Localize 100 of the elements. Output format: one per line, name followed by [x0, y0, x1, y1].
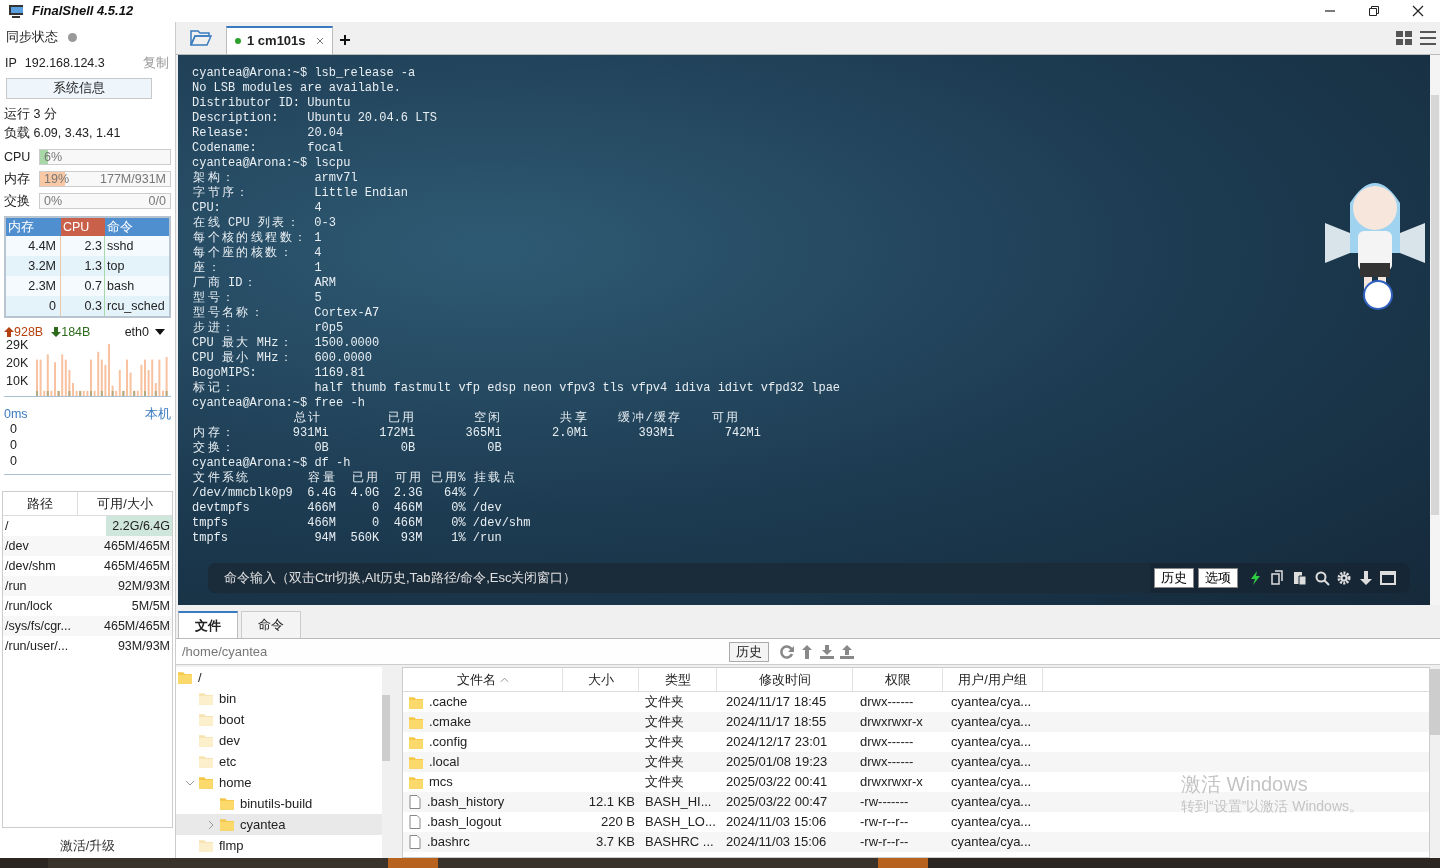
table-cell-text: -rw-------: [859, 793, 910, 812]
copy-icon: [1270, 570, 1286, 586]
table-cell-text: -rw-r--r--: [859, 813, 910, 832]
tree-item[interactable]: home: [176, 772, 382, 793]
table-cell-text: 2024/11/17 18:45: [725, 693, 828, 712]
meter-label: 内存: [4, 170, 31, 188]
folder-icon: [409, 755, 423, 769]
table-cell-text: BASHRC ...: [644, 833, 715, 852]
panel-tab[interactable]: 命令: [241, 611, 301, 638]
table-cell-text: cyantea/cya...: [950, 833, 1033, 852]
menu-icon: [1420, 31, 1436, 45]
column-label: 类型: [664, 670, 691, 689]
axis-label: 0: [10, 453, 18, 469]
folder-icon: [409, 775, 423, 789]
command-input[interactable]: 命令输入（双击Ctrl切换,Alt历史,Tab路径/命令,Esc关闭窗口）: [208, 563, 1150, 593]
terminal-line: cyantea@Arona:~$ lsb_release -a: [192, 66, 417, 81]
terminal-line: 座： 1: [192, 261, 323, 276]
table-cell-text: 文件夹: [644, 733, 685, 752]
tree-item[interactable]: /: [176, 667, 382, 688]
tree-item[interactable]: binutils-build: [176, 793, 382, 814]
tab-label: 1 cm101s: [247, 32, 306, 51]
terminal-line: 型号： 5: [192, 291, 323, 306]
window-icon: [1380, 570, 1396, 586]
tree-item[interactable]: cyantea: [176, 814, 382, 835]
path-bar[interactable]: /home/cyantea 历史: [176, 639, 1440, 665]
tree-item[interactable]: etc: [176, 751, 382, 772]
system-info-button[interactable]: 系统信息: [6, 78, 152, 99]
column-header[interactable]: 用户/用户组: [943, 668, 1043, 691]
table-cell-text: 2024/11/17 18:55: [725, 713, 828, 732]
table-cell-text: 2024/11/03 15:06: [725, 833, 828, 852]
column-header[interactable]: CPU: [61, 218, 105, 236]
panel-tab[interactable]: 文件: [178, 611, 238, 638]
close-icon: [1412, 5, 1424, 17]
file-icon: [409, 795, 421, 809]
down-arrow-icon: [1358, 570, 1374, 586]
terminal-line: 步进： r0p5: [192, 321, 345, 336]
tree-item[interactable]: flmp: [176, 835, 382, 856]
paste-icon: [1292, 570, 1308, 586]
scrollbar-thumb[interactable]: [1430, 669, 1440, 735]
column-label: 修改时间: [758, 670, 811, 689]
activate-upgrade-link[interactable]: 激活/升级: [59, 837, 116, 856]
folder-icon: [199, 755, 213, 768]
table-cell-text: drwx------: [859, 753, 915, 772]
column-header[interactable]: 权限: [853, 668, 943, 691]
watermark-title: 激活 Windows: [1181, 772, 1309, 796]
command-bar-button[interactable]: 历史: [1154, 568, 1194, 588]
terminal-line: 字节序： Little Endian: [192, 186, 409, 201]
terminal-line: 内存： 931Mi 172Mi 365Mi 2.0Mi 393Mi 742Mi: [192, 426, 762, 441]
tree-label: cyantea: [240, 815, 286, 834]
table-cell-text: drwx------: [859, 733, 915, 752]
history-button[interactable]: 历史: [729, 641, 769, 662]
terminal-line: Description: Ubuntu 20.04.6 LTS: [192, 111, 438, 126]
terminal-line: 厂商 ID： ARM: [192, 276, 337, 291]
download-arrow-icon: [51, 327, 62, 337]
column-header[interactable]: 类型: [639, 668, 717, 691]
column-header[interactable]: 路径: [3, 492, 78, 515]
tree-item[interactable]: dev: [176, 730, 382, 751]
table-cell: 2.2G/6.4G: [106, 516, 172, 536]
tree-label: bin: [219, 689, 237, 708]
table-cell-text: 文件夹: [644, 693, 685, 712]
column-header[interactable]: 修改时间: [717, 668, 853, 691]
interface-dropdown[interactable]: eth0: [124, 322, 149, 342]
axis-label: 0: [10, 437, 18, 453]
table-cell-text: 文件夹: [644, 773, 685, 792]
terminal-line: 交换： 0B 0B 0B: [192, 441, 503, 456]
meter-detail: 177M/931M: [100, 172, 166, 186]
table-cell-text: 2024/12/17 23:01: [725, 733, 829, 752]
ip-address: 192.168.124.3: [24, 54, 105, 72]
terminal-line: No LSB modules are available.: [192, 81, 402, 96]
terminal-line: CPU 最小 MHz： 600.0000: [192, 351, 373, 366]
table-cell-text: 2025/01/08 19:23: [725, 753, 829, 772]
download-icon: [819, 643, 835, 660]
scrollbar-thumb[interactable]: [382, 695, 390, 761]
terminal-line: 标记： half thumb fastmult vfp edsp neon vfpv3 tls vfpv4 idiva idivt vfpd32 lpae: [192, 381, 842, 396]
folder-icon: [199, 692, 213, 705]
terminal-line: 每个核的线程数： 1: [192, 231, 323, 246]
terminal-line: 型号名称： Cortex-A7: [192, 306, 381, 321]
command-bar-button[interactable]: 选项: [1198, 568, 1238, 588]
table-cell-text: drwxrwxr-x: [859, 713, 924, 732]
tree-item[interactable]: bin: [176, 688, 382, 709]
terminal-line: 总计 已用 空闲 共享 缓冲/缓存 可用: [293, 411, 739, 426]
tree-item[interactable]: boot: [176, 709, 382, 730]
tree-label: /: [198, 668, 202, 687]
table-cell-text: 465M/465M: [103, 618, 171, 635]
column-header[interactable]: 文件名: [403, 668, 563, 691]
file-icon: [409, 815, 421, 829]
column-header[interactable]: 大小: [563, 668, 639, 691]
scrollbar-thumb[interactable]: [1431, 95, 1439, 515]
folder-icon: [409, 735, 423, 749]
close-icon: [315, 37, 324, 45]
file-name: .bash_logout: [427, 813, 502, 832]
table-cell-text: top: [106, 258, 126, 275]
table-cell-text: cyantea/cya...: [950, 733, 1033, 752]
column-header[interactable]: 可用/大小: [78, 492, 172, 515]
file-name: .config: [429, 733, 468, 752]
table-cell-text: drwxrwxr-x: [859, 773, 924, 792]
table-cell-text: /dev/shm: [4, 558, 57, 575]
table-cell-text: bash: [106, 278, 136, 295]
session-tab[interactable]: 1 cm101s: [226, 26, 333, 54]
folder-icon: [199, 839, 213, 852]
